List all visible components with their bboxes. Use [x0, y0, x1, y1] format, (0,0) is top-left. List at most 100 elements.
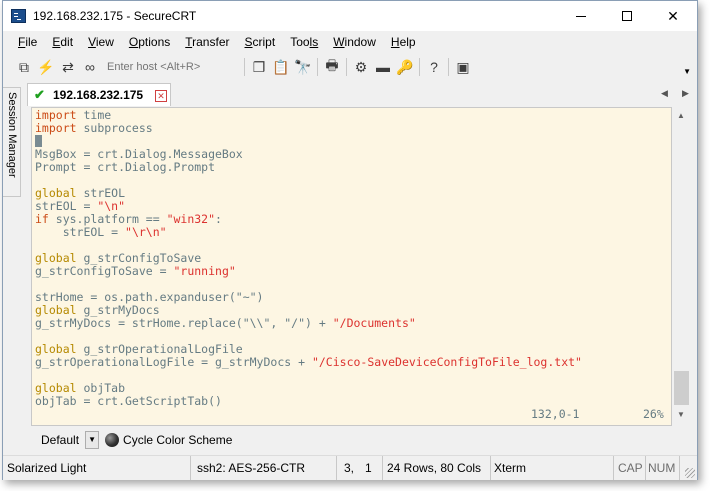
terminal-token: time	[76, 108, 112, 122]
terminal-token: strEOL =	[35, 199, 98, 213]
button-bar: Default ▼ Cycle Color Scheme	[25, 429, 697, 451]
status-color-scheme: Solarized Light	[7, 456, 191, 480]
terminal-pane[interactable]: import time import subprocess MsgBox = crt…	[31, 107, 672, 426]
terminal-token: global	[35, 303, 77, 317]
session-manager-tab[interactable]: Session Manager	[3, 87, 21, 197]
settings-icon[interactable]: ⚙	[350, 56, 372, 78]
maximize-button[interactable]	[604, 1, 650, 31]
tab-session-label: 192.168.232.175	[53, 88, 144, 102]
tab-prev-icon[interactable]: ◀	[661, 88, 668, 99]
button-bar-dropdown[interactable]: ▼	[85, 431, 100, 449]
tab-close-icon[interactable]: ✕	[155, 90, 167, 102]
button-bar-selector-label: Default	[41, 433, 80, 447]
terminal-cursor	[35, 135, 42, 147]
cursor-position: 132,0-1	[531, 407, 580, 421]
menu-window[interactable]: Window	[326, 32, 384, 53]
terminal-token: g_strOperationalLogFile = g_strMyDocs +	[35, 355, 312, 369]
status-num: NUM	[648, 456, 680, 480]
paste-icon[interactable]: 📋	[270, 56, 292, 78]
menu-file[interactable]: File	[11, 32, 45, 53]
minimize-icon	[576, 15, 586, 17]
connect-icon[interactable]: ⧉	[13, 56, 35, 78]
terminal-token: sys.platform ==	[48, 212, 167, 226]
terminal-line: Prompt = crt.Dialog.Prompt	[35, 161, 582, 174]
minimize-button[interactable]	[558, 1, 604, 31]
menu-tools[interactable]: Tools	[283, 32, 326, 53]
print-icon[interactable]: 🖶	[321, 56, 343, 78]
terminal-token: :	[215, 212, 222, 226]
maximize-icon	[622, 11, 632, 21]
window-title: 192.168.232.175 - SecureCRT	[33, 9, 197, 23]
scroll-up-icon[interactable]: ▲	[677, 111, 685, 120]
terminal-token: objTab	[76, 381, 126, 395]
tab-next-icon[interactable]: ▶	[682, 88, 689, 99]
terminal-token: global	[35, 251, 77, 265]
host-input[interactable]	[101, 58, 241, 76]
disconnect-icon[interactable]: ∞	[79, 56, 101, 78]
terminal-token: global	[35, 381, 77, 395]
menu-transfer[interactable]: Transfer	[178, 32, 237, 53]
terminal-token: import	[35, 108, 77, 122]
terminal-token: g_strMyDocs	[76, 303, 160, 317]
terminal-line: objTab = crt.GetScriptTab()	[35, 395, 582, 408]
toolbar-overflow-icon[interactable]: ▼	[683, 67, 691, 76]
copy-icon[interactable]: ❐	[248, 56, 270, 78]
cycle-color-scheme-button[interactable]: Cycle Color Scheme	[123, 433, 232, 447]
securecrt-app-icon	[11, 9, 26, 23]
menu-help[interactable]: Help	[384, 32, 424, 53]
toolbar-separator	[419, 58, 420, 76]
terminal-scrollbar[interactable]: ▲ ▼	[673, 107, 690, 426]
menu-script[interactable]: Script	[238, 32, 284, 53]
menu-options[interactable]: Options	[122, 32, 178, 53]
terminal-token: global	[35, 342, 77, 356]
terminal-token: MsgBox = crt.Dialog.MessageBox	[35, 147, 243, 161]
terminal-token: "win32"	[166, 212, 216, 226]
title-bar: 192.168.232.175 - SecureCRT ✕	[3, 1, 697, 31]
scroll-down-icon[interactable]: ▼	[677, 410, 685, 419]
terminal-token: if	[35, 212, 49, 226]
terminal-line: g_strMyDocs = strHome.replace("\\", "/")…	[35, 317, 582, 330]
sftp-icon[interactable]: 🔑	[394, 56, 416, 78]
scrollbar-thumb[interactable]	[674, 371, 689, 405]
close-icon: ✕	[667, 7, 679, 24]
terminal-token: "/Cisco-SaveDeviceConfigToFile_log.txt"	[311, 355, 582, 369]
terminal-line: g_strOperationalLogFile = g_strMyDocs + …	[35, 356, 582, 369]
terminal-token: subprocess	[76, 121, 153, 135]
screenshot-icon[interactable]: ▣	[452, 56, 474, 78]
toolbar-separator	[346, 58, 347, 76]
tab-session[interactable]: ✔ 192.168.232.175 ✕	[27, 83, 171, 106]
color-scheme-icon[interactable]	[105, 433, 120, 447]
keymap-icon[interactable]: ▬	[372, 56, 394, 78]
terminal-token: g_strOperationalLogFile	[76, 342, 243, 356]
quick-connect-icon[interactable]: ⚡	[35, 56, 57, 78]
terminal-token: "\r\n"	[125, 225, 167, 239]
find-icon[interactable]: 🔭	[292, 56, 314, 78]
scroll-percent: 26%	[643, 407, 664, 421]
tab-bar: ✔ 192.168.232.175 ✕ ◀ ▶	[25, 82, 697, 106]
toolbar: ⧉ ⚡ ⇄ ∞ ❐ 📋 🔭 🖶 ⚙ ▬ 🔑 ? ▣ ▼	[3, 54, 697, 80]
terminal-token: strEOL =	[35, 225, 126, 239]
menu-edit[interactable]: Edit	[45, 32, 81, 53]
toolbar-separator	[244, 58, 245, 76]
terminal-token: import	[35, 121, 77, 135]
resize-grip-icon[interactable]	[685, 468, 695, 478]
reconnect-icon[interactable]: ⇄	[57, 56, 79, 78]
status-cap: CAP	[618, 456, 646, 480]
status-emulation: Xterm	[494, 456, 614, 480]
connected-check-icon: ✔	[34, 87, 45, 102]
terminal-token: "\n"	[97, 199, 126, 213]
close-button[interactable]: ✕	[650, 1, 696, 31]
chevron-down-icon: ▼	[88, 435, 96, 444]
terminal-token: g_strMyDocs = strHome.replace("\\", "/")…	[35, 316, 333, 330]
terminal-token: strHome = os.path.expanduser("~")	[35, 290, 264, 304]
help-icon[interactable]: ?	[423, 56, 445, 78]
status-col: 1	[365, 456, 383, 480]
toolbar-separator	[448, 58, 449, 76]
terminal-token: g_strConfigToSave	[76, 251, 202, 265]
status-row: 3,	[344, 461, 355, 475]
terminal-token: Prompt = crt.Dialog.Prompt	[35, 160, 216, 174]
terminal-token: objTab = crt.GetScriptTab()	[35, 394, 222, 408]
terminal-token: global	[35, 186, 77, 200]
menu-view[interactable]: View	[81, 32, 122, 53]
securecrt-window: 192.168.232.175 - SecureCRT ✕ File Edit …	[2, 0, 698, 480]
